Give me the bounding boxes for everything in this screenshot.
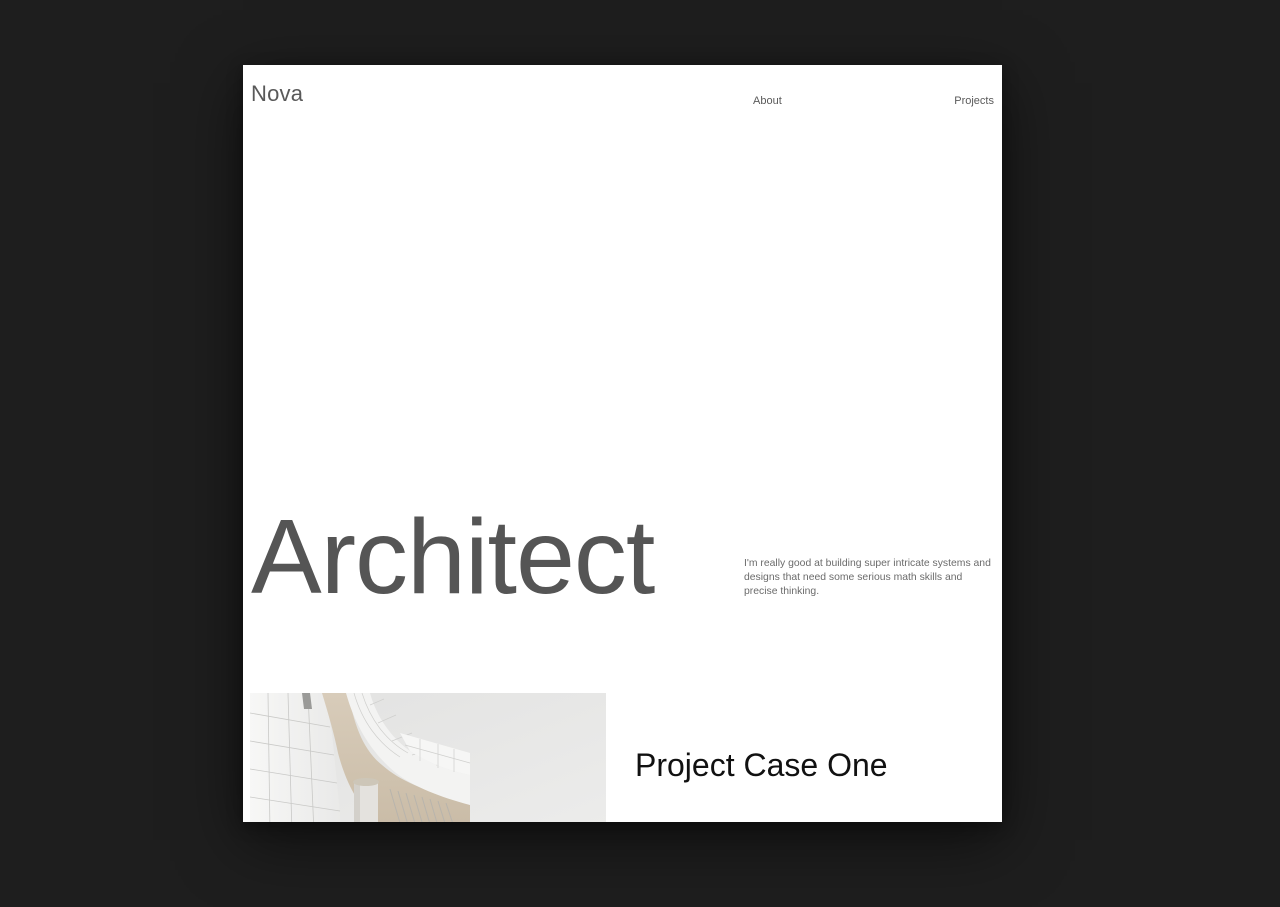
project-image[interactable] bbox=[250, 693, 606, 822]
building-photo bbox=[250, 693, 606, 822]
brand-logo[interactable]: Nova bbox=[251, 81, 303, 107]
hero-title: Architect bbox=[251, 498, 655, 616]
nav-link-about[interactable]: About bbox=[753, 94, 782, 108]
nav-link-projects[interactable]: Projects bbox=[954, 94, 994, 108]
hero-description: I'm really good at building super intric… bbox=[744, 558, 991, 597]
project-title[interactable]: Project Case One bbox=[635, 745, 888, 785]
website-frame: Nova About Projects Architect I'm really… bbox=[243, 65, 1002, 822]
